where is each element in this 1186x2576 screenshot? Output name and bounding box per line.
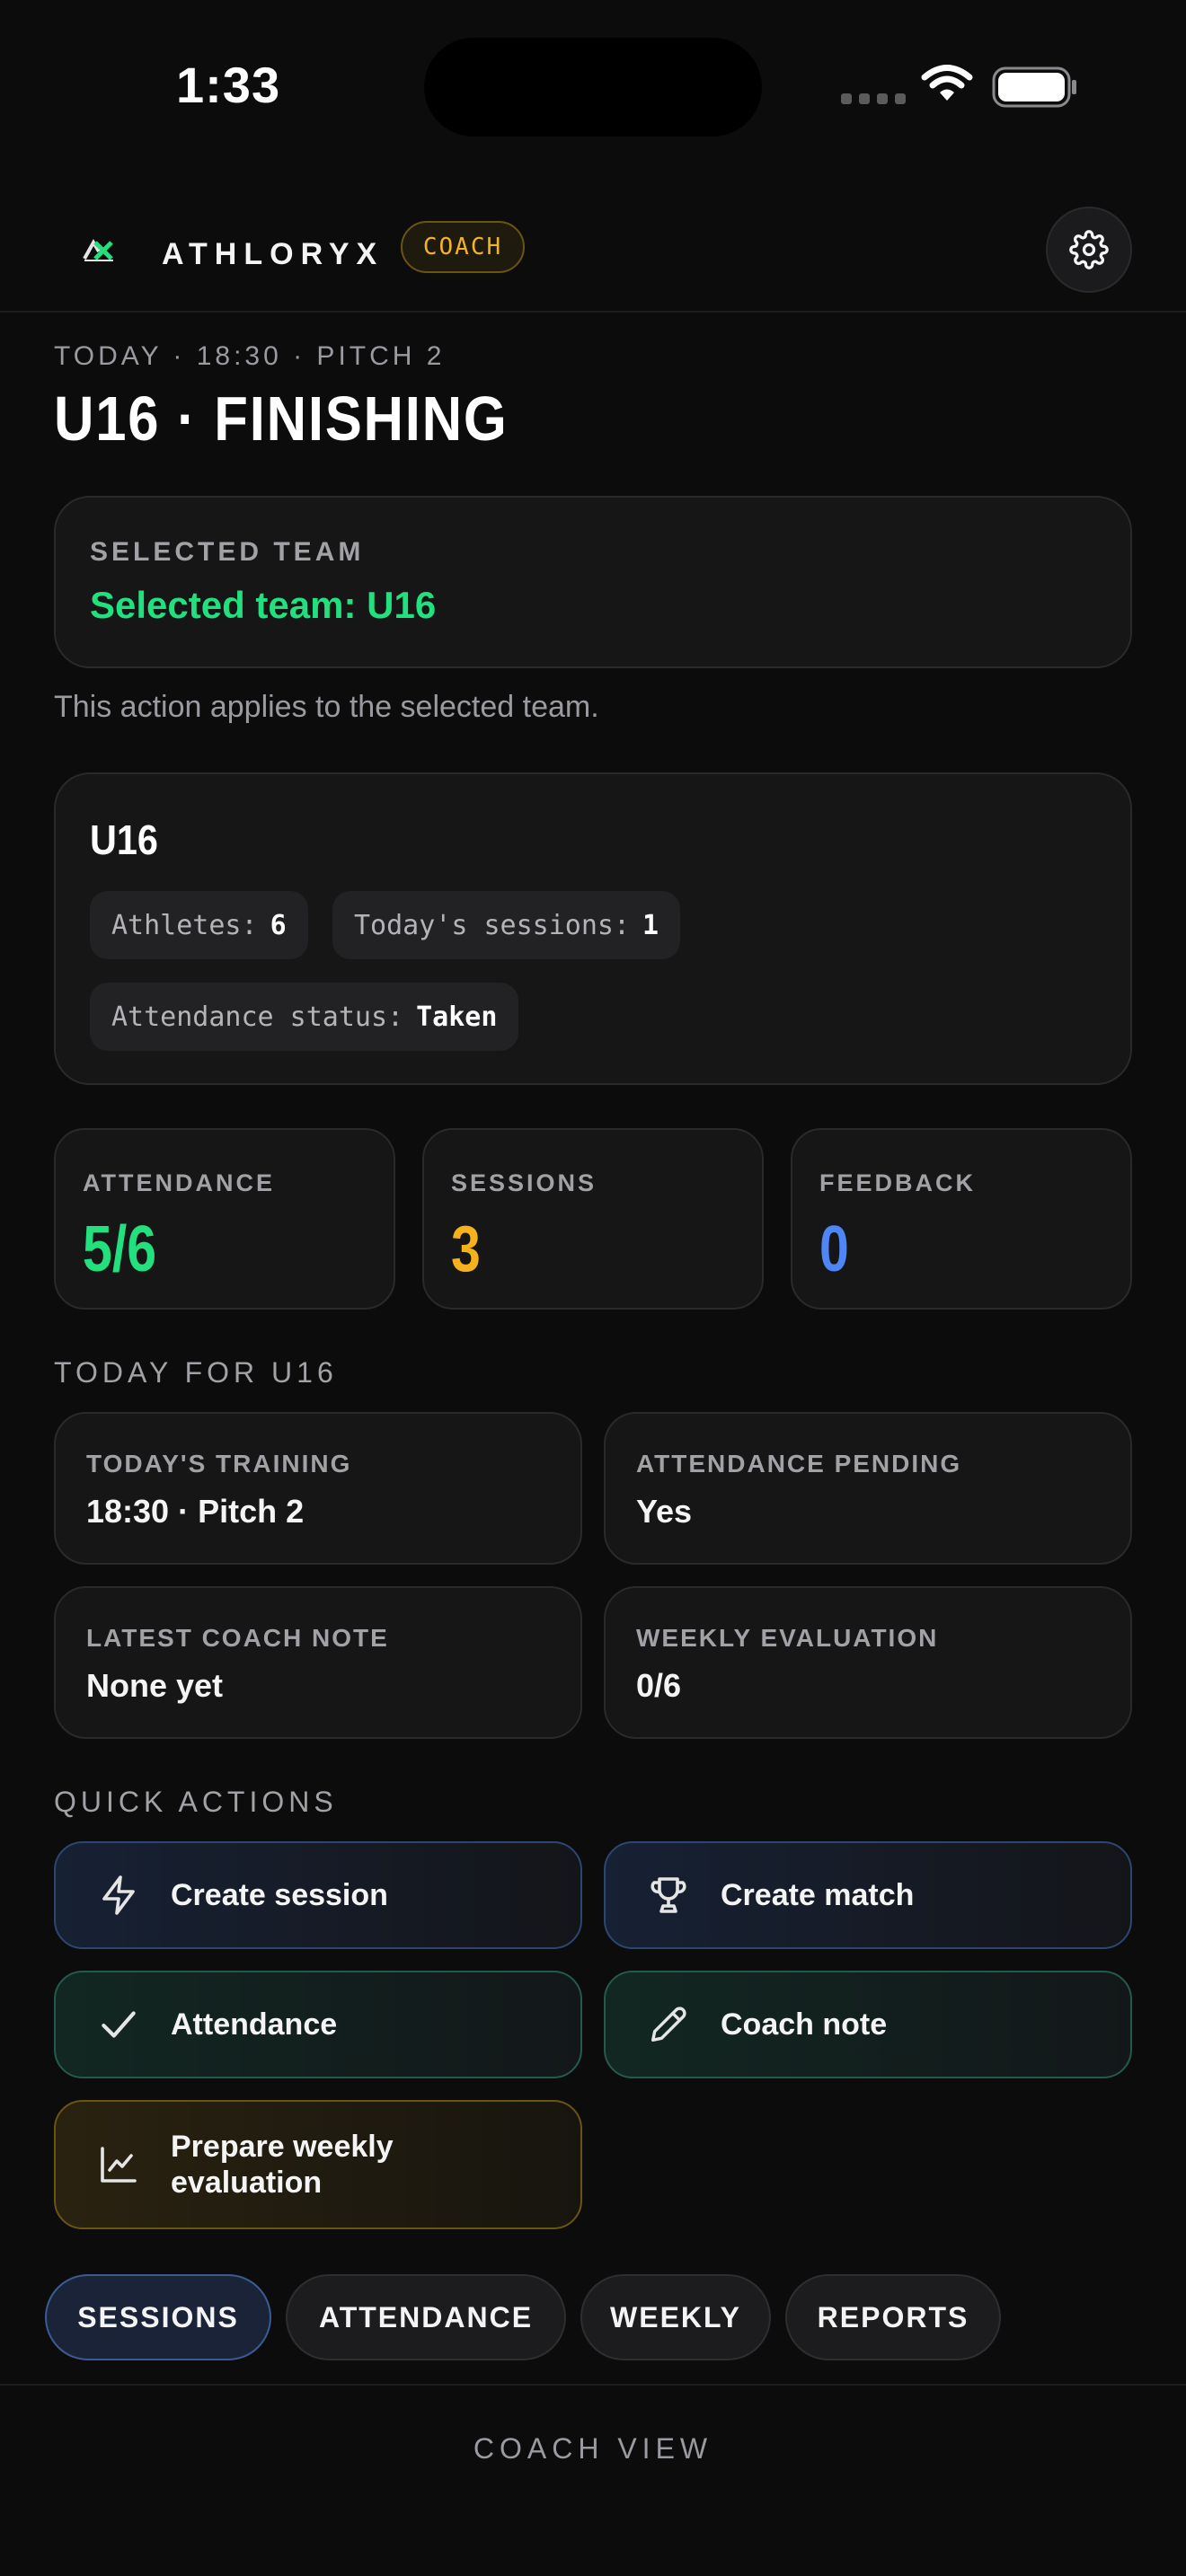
create-session-button[interactable]: Create session (54, 1841, 582, 1949)
chip-athletes: Athletes: 6 (90, 891, 308, 959)
stat-value: 0 (819, 1213, 849, 1285)
info-latest-coach-note[interactable]: LATEST COACH NOTE None yet (54, 1586, 582, 1739)
footer-label: COACH VIEW (473, 2432, 713, 2465)
stat-label: ATTENDANCE (83, 1169, 275, 1196)
athloryx-logo-icon (83, 239, 113, 261)
info-value: None yet (86, 1667, 224, 1704)
info-value: 18:30 · Pitch 2 (86, 1493, 305, 1530)
info-label: TODAY'S TRAINING (86, 1450, 352, 1478)
chart-line-icon (92, 2138, 146, 2192)
pencil-icon (642, 1998, 695, 2051)
stat-label: SESSIONS (451, 1169, 597, 1196)
tab-reports[interactable]: REPORTS (785, 2274, 1001, 2360)
stat-value: 3 (451, 1213, 481, 1285)
info-label: ATTENDANCE PENDING (636, 1450, 962, 1478)
trophy-icon (642, 1868, 695, 1922)
tab-weekly[interactable]: WEEKLY (580, 2274, 771, 2360)
info-weekly-evaluation[interactable]: WEEKLY EVALUATION 0/6 (604, 1586, 1132, 1739)
info-label: LATEST COACH NOTE (86, 1624, 389, 1652)
info-label: WEEKLY EVALUATION (636, 1624, 939, 1652)
status-bar: 1:33 (0, 0, 1186, 180)
check-icon (92, 1998, 146, 2051)
tab-sessions[interactable]: SESSIONS (45, 2274, 271, 2360)
action-label: Attendance (171, 2007, 338, 2042)
section-title-quick-actions: QUICK ACTIONS (54, 1786, 338, 1818)
gear-icon (1069, 230, 1109, 269)
status-time: 1:33 (176, 57, 281, 113)
page-title: U16 · FINISHING (54, 384, 509, 454)
team-name: U16 (90, 816, 158, 863)
chip-label: Today's sessions: (354, 909, 631, 941)
app-header: ATHLORYX COACH (0, 198, 1186, 313)
team-summary-card: U16 Athletes: 6 Today's sessions: 1 Attend… (54, 772, 1132, 1085)
tab-attendance[interactable]: ATTENDANCE (286, 2274, 566, 2360)
chip-todays-sessions: Today's sessions: 1 (332, 891, 681, 959)
team-selector-label: SELECTED TEAM (90, 537, 365, 567)
team-helper-text: This action applies to the selected team… (54, 690, 599, 724)
chip-value: Taken (416, 1001, 498, 1033)
coach-note-button[interactable]: Coach note (604, 1971, 1132, 2078)
stat-sessions[interactable]: SESSIONS 3 (422, 1128, 764, 1310)
create-match-button[interactable]: Create match (604, 1841, 1132, 1949)
brand-name: ATHLORYX (162, 237, 385, 271)
session-subtitle: TODAY · 18:30 · PITCH 2 (54, 341, 446, 371)
settings-button[interactable] (1046, 207, 1132, 293)
info-attendance-pending[interactable]: ATTENDANCE PENDING Yes (604, 1412, 1132, 1565)
lightning-icon (92, 1868, 146, 1922)
info-value: 0/6 (636, 1667, 682, 1704)
chip-attendance-status: Attendance status: Taken (90, 983, 519, 1051)
battery-icon (992, 66, 1076, 108)
action-label: Create match (721, 1877, 915, 1912)
chip-value: 6 (270, 909, 287, 941)
action-label: Create session (171, 1877, 388, 1912)
info-todays-training[interactable]: TODAY'S TRAINING 18:30 · Pitch 2 (54, 1412, 582, 1565)
team-selector-value: Selected team: U16 (90, 584, 437, 626)
attendance-button[interactable]: Attendance (54, 1971, 582, 2078)
action-label: Prepare weekly evaluation (171, 2130, 394, 2200)
footer: COACH VIEW (0, 2384, 1186, 2576)
info-value: Yes (636, 1493, 693, 1530)
chip-label: Athletes: (111, 909, 258, 941)
role-badge: COACH (401, 221, 525, 273)
wifi-icon (921, 65, 973, 101)
stat-attendance[interactable]: ATTENDANCE 5/6 (54, 1128, 395, 1310)
prepare-weekly-evaluation-button[interactable]: Prepare weekly evaluation (54, 2100, 582, 2229)
section-title-today: TODAY FOR U16 (54, 1356, 338, 1389)
dynamic-island (424, 38, 762, 137)
team-selector[interactable]: SELECTED TEAM Selected team: U16 (54, 496, 1132, 668)
chip-value: 1 (642, 909, 659, 941)
cellular-signal-icon (841, 93, 906, 104)
chip-label: Attendance status: (111, 1001, 404, 1033)
stat-feedback[interactable]: FEEDBACK 0 (791, 1128, 1132, 1310)
action-label: Coach note (721, 2007, 888, 2042)
stat-label: FEEDBACK (819, 1169, 977, 1196)
stat-value: 5/6 (83, 1213, 157, 1285)
